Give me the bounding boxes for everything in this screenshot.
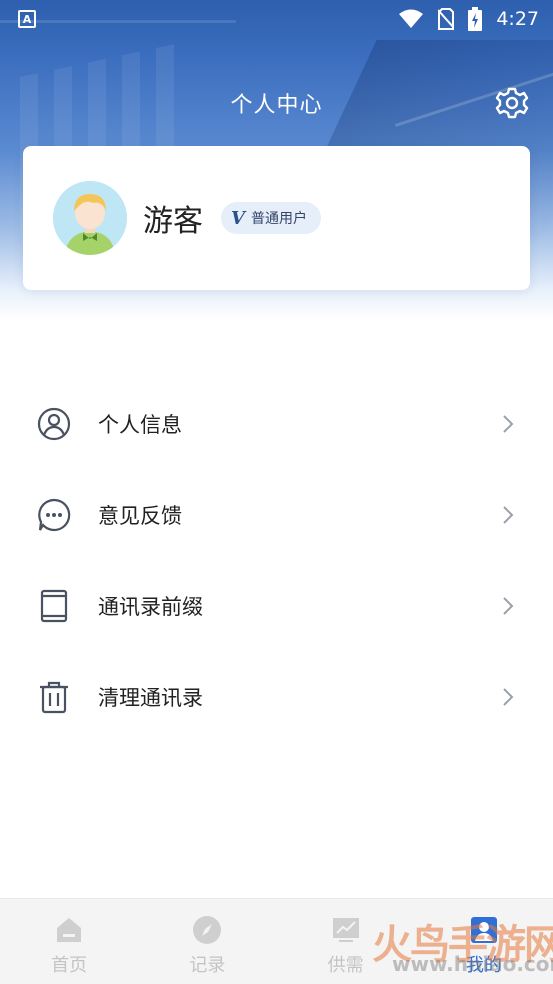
badge-label: 普通用户 <box>250 211 307 227</box>
menu-item-feedback[interactable]: 意见反馈 <box>0 469 553 560</box>
tab-label: 首页 <box>51 955 88 976</box>
menu-item-label: 清理通讯录 <box>98 685 203 710</box>
chat-bubble-icon <box>36 497 72 533</box>
menu-item-label: 通讯录前缀 <box>98 594 203 619</box>
tab-label: 我的 <box>465 955 502 976</box>
bottom-tab-bar: 首页 记录 供需 我的 <box>0 898 553 984</box>
trash-icon <box>36 679 72 715</box>
menu-item-label: 个人信息 <box>98 412 182 437</box>
user-circle-icon <box>36 406 72 442</box>
menu-item-personal-info[interactable]: 个人信息 <box>0 378 553 469</box>
tab-home[interactable]: 首页 <box>0 899 138 984</box>
tab-supply-demand[interactable]: 供需 <box>277 899 415 984</box>
menu-item-contact-prefix[interactable]: 通讯录前缀 <box>0 560 553 651</box>
menu-item-clean-contacts[interactable]: 清理通讯录 <box>0 651 553 742</box>
tablet-icon <box>36 588 72 624</box>
avatar[interactable] <box>53 181 127 255</box>
menu-item-label: 意见反馈 <box>98 503 182 528</box>
home-icon <box>54 915 84 945</box>
settings-button[interactable] <box>495 86 529 120</box>
profile-card[interactable]: 游客 V 普通用户 <box>23 146 530 290</box>
wifi-icon <box>399 9 424 28</box>
app-notification-icon: A <box>18 10 36 28</box>
chevron-right-icon <box>503 506 514 524</box>
tab-mine[interactable]: 我的 <box>415 899 553 984</box>
trend-chart-icon <box>331 915 361 945</box>
chevron-right-icon <box>503 415 514 433</box>
vip-v-icon: V <box>231 207 245 229</box>
avatar-illustration-icon <box>53 181 127 255</box>
chevron-right-icon <box>503 597 514 615</box>
status-bar: A 4:27 <box>0 0 553 38</box>
profile-icon <box>469 915 499 945</box>
username: 游客 <box>143 204 203 239</box>
tab-label: 记录 <box>189 955 226 976</box>
gear-icon <box>495 87 529 119</box>
status-time: 4:27 <box>496 8 539 30</box>
compass-icon <box>192 915 222 945</box>
page-title: 个人中心 <box>230 93 323 118</box>
tab-records[interactable]: 记录 <box>138 899 276 984</box>
battery-charging-icon <box>468 7 483 31</box>
tab-label: 供需 <box>327 955 364 976</box>
no-sim-icon <box>438 8 455 30</box>
chevron-right-icon <box>503 688 514 706</box>
user-level-badge: V 普通用户 <box>221 202 321 234</box>
title-bar: 个人中心 <box>0 80 553 126</box>
settings-menu: 个人信息 意见反馈 通讯录前缀 清理通讯录 <box>0 378 553 742</box>
